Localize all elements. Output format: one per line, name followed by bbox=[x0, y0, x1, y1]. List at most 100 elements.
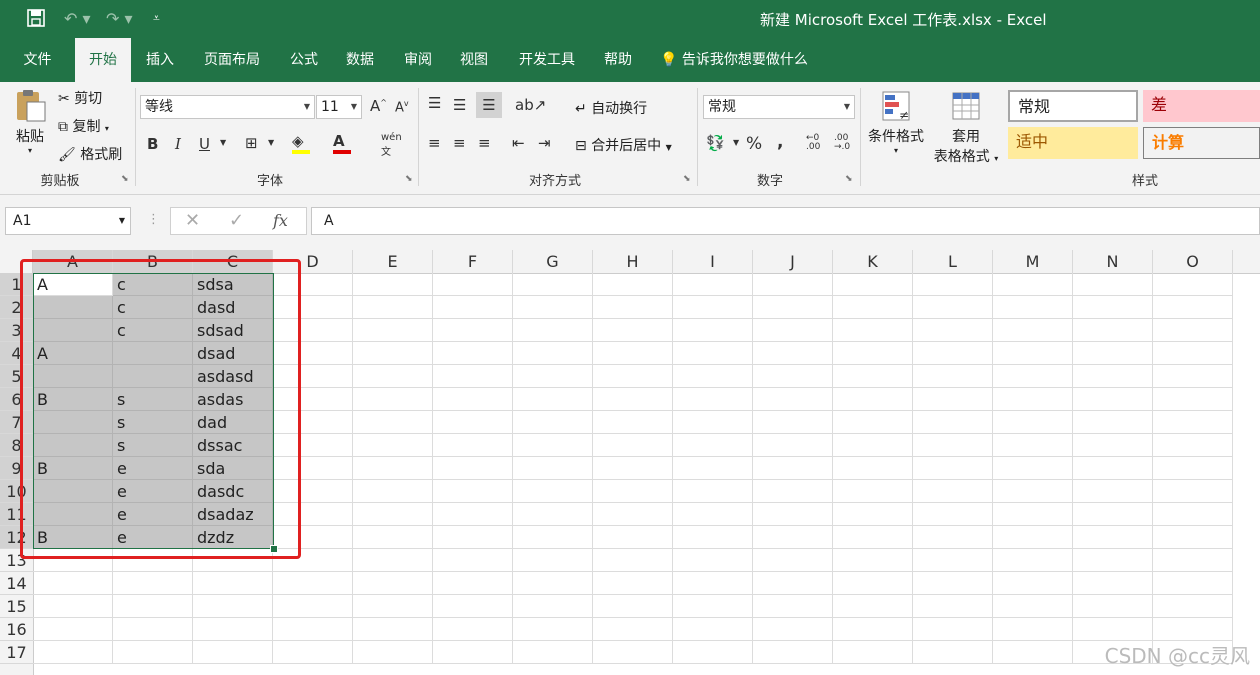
cell-H10[interactable] bbox=[593, 480, 673, 503]
cell-H6[interactable] bbox=[593, 388, 673, 411]
cell-L9[interactable] bbox=[913, 457, 993, 480]
cell-H12[interactable] bbox=[593, 526, 673, 549]
cell-B17[interactable] bbox=[113, 641, 193, 664]
copy-button[interactable]: ⧉ 复制 ▾ bbox=[58, 116, 109, 136]
cell-N8[interactable] bbox=[1073, 434, 1153, 457]
font-name-combo[interactable]: 等线 ▼ bbox=[140, 95, 315, 119]
cell-I6[interactable] bbox=[673, 388, 753, 411]
underline-button[interactable]: U bbox=[199, 135, 210, 153]
cell-E3[interactable] bbox=[353, 319, 433, 342]
cell-O8[interactable] bbox=[1153, 434, 1233, 457]
cell-G8[interactable] bbox=[513, 434, 593, 457]
cell-H4[interactable] bbox=[593, 342, 673, 365]
insert-function-icon[interactable]: fx bbox=[273, 211, 288, 230]
cell-K1[interactable] bbox=[833, 273, 913, 296]
cell-K15[interactable] bbox=[833, 595, 913, 618]
orientation-icon[interactable]: ab↗ bbox=[515, 96, 546, 114]
cell-M11[interactable] bbox=[993, 503, 1073, 526]
cell-H11[interactable] bbox=[593, 503, 673, 526]
cell-H7[interactable] bbox=[593, 411, 673, 434]
cell-H14[interactable] bbox=[593, 572, 673, 595]
cell-L1[interactable] bbox=[913, 273, 993, 296]
cell-L13[interactable] bbox=[913, 549, 993, 572]
style-bad[interactable]: 差 bbox=[1143, 90, 1260, 122]
cell-F11[interactable] bbox=[433, 503, 513, 526]
fill-color-icon[interactable]: ◈ bbox=[292, 132, 310, 154]
cell-L5[interactable] bbox=[913, 365, 993, 388]
cell-F7[interactable] bbox=[433, 411, 513, 434]
cell-M1[interactable] bbox=[993, 273, 1073, 296]
cell-L14[interactable] bbox=[913, 572, 993, 595]
cell-G12[interactable] bbox=[513, 526, 593, 549]
cell-K7[interactable] bbox=[833, 411, 913, 434]
cell-N13[interactable] bbox=[1073, 549, 1153, 572]
column-header-L[interactable]: L bbox=[913, 250, 993, 273]
cell-K8[interactable] bbox=[833, 434, 913, 457]
formula-input[interactable]: A bbox=[311, 207, 1260, 235]
cell-E14[interactable] bbox=[353, 572, 433, 595]
tab-view[interactable]: 视图 bbox=[448, 38, 500, 82]
increase-indent-icon[interactable]: ⇥ bbox=[538, 134, 551, 152]
cell-M12[interactable] bbox=[993, 526, 1073, 549]
currency-icon[interactable]: 💱 bbox=[706, 134, 725, 152]
cell-H5[interactable] bbox=[593, 365, 673, 388]
cell-J5[interactable] bbox=[753, 365, 833, 388]
cell-O5[interactable] bbox=[1153, 365, 1233, 388]
cell-G13[interactable] bbox=[513, 549, 593, 572]
cell-L7[interactable] bbox=[913, 411, 993, 434]
cell-O3[interactable] bbox=[1153, 319, 1233, 342]
format-painter-button[interactable]: 🖌 格式刷 bbox=[58, 144, 122, 164]
column-header-F[interactable]: F bbox=[433, 250, 513, 273]
column-header-K[interactable]: K bbox=[833, 250, 913, 273]
number-format-combo[interactable]: 常规 ▼ bbox=[703, 95, 855, 119]
cell-K10[interactable] bbox=[833, 480, 913, 503]
cell-I3[interactable] bbox=[673, 319, 753, 342]
bold-button[interactable]: B bbox=[147, 135, 158, 153]
cell-O7[interactable] bbox=[1153, 411, 1233, 434]
cell-I12[interactable] bbox=[673, 526, 753, 549]
cell-F9[interactable] bbox=[433, 457, 513, 480]
increase-decimal-icon[interactable]: ←0.00 bbox=[806, 134, 820, 152]
cell-L6[interactable] bbox=[913, 388, 993, 411]
tell-me-box[interactable]: 💡 告诉我你想要做什么 bbox=[660, 38, 830, 82]
cell-J8[interactable] bbox=[753, 434, 833, 457]
column-header-E[interactable]: E bbox=[353, 250, 433, 273]
cell-G16[interactable] bbox=[513, 618, 593, 641]
cell-L15[interactable] bbox=[913, 595, 993, 618]
cell-H13[interactable] bbox=[593, 549, 673, 572]
cell-K12[interactable] bbox=[833, 526, 913, 549]
cell-C17[interactable] bbox=[193, 641, 273, 664]
cell-I1[interactable] bbox=[673, 273, 753, 296]
row-header[interactable]: 14 bbox=[0, 572, 33, 595]
cell-I5[interactable] bbox=[673, 365, 753, 388]
cell-N1[interactable] bbox=[1073, 273, 1153, 296]
cell-N14[interactable] bbox=[1073, 572, 1153, 595]
cell-J14[interactable] bbox=[753, 572, 833, 595]
wrap-text-button[interactable]: ↵ 自动换行 bbox=[575, 98, 647, 118]
align-right-icon[interactable]: ≡ bbox=[478, 134, 491, 152]
cell-O1[interactable] bbox=[1153, 273, 1233, 296]
cell-F1[interactable] bbox=[433, 273, 513, 296]
cell-K4[interactable] bbox=[833, 342, 913, 365]
cell-O12[interactable] bbox=[1153, 526, 1233, 549]
chevron-down-icon[interactable]: ▼ bbox=[268, 138, 274, 147]
cell-F15[interactable] bbox=[433, 595, 513, 618]
cell-N15[interactable] bbox=[1073, 595, 1153, 618]
cancel-icon[interactable]: ✕ bbox=[185, 210, 200, 231]
cell-E5[interactable] bbox=[353, 365, 433, 388]
cell-J15[interactable] bbox=[753, 595, 833, 618]
cell-M8[interactable] bbox=[993, 434, 1073, 457]
cell-K6[interactable] bbox=[833, 388, 913, 411]
cell-E9[interactable] bbox=[353, 457, 433, 480]
column-header-O[interactable]: O bbox=[1153, 250, 1233, 273]
cell-F2[interactable] bbox=[433, 296, 513, 319]
cell-N6[interactable] bbox=[1073, 388, 1153, 411]
cell-M6[interactable] bbox=[993, 388, 1073, 411]
cell-O9[interactable] bbox=[1153, 457, 1233, 480]
cell-M7[interactable] bbox=[993, 411, 1073, 434]
cell-L11[interactable] bbox=[913, 503, 993, 526]
cell-F13[interactable] bbox=[433, 549, 513, 572]
style-calculation[interactable]: 计算 bbox=[1143, 127, 1260, 159]
cell-J7[interactable] bbox=[753, 411, 833, 434]
cell-O13[interactable] bbox=[1153, 549, 1233, 572]
